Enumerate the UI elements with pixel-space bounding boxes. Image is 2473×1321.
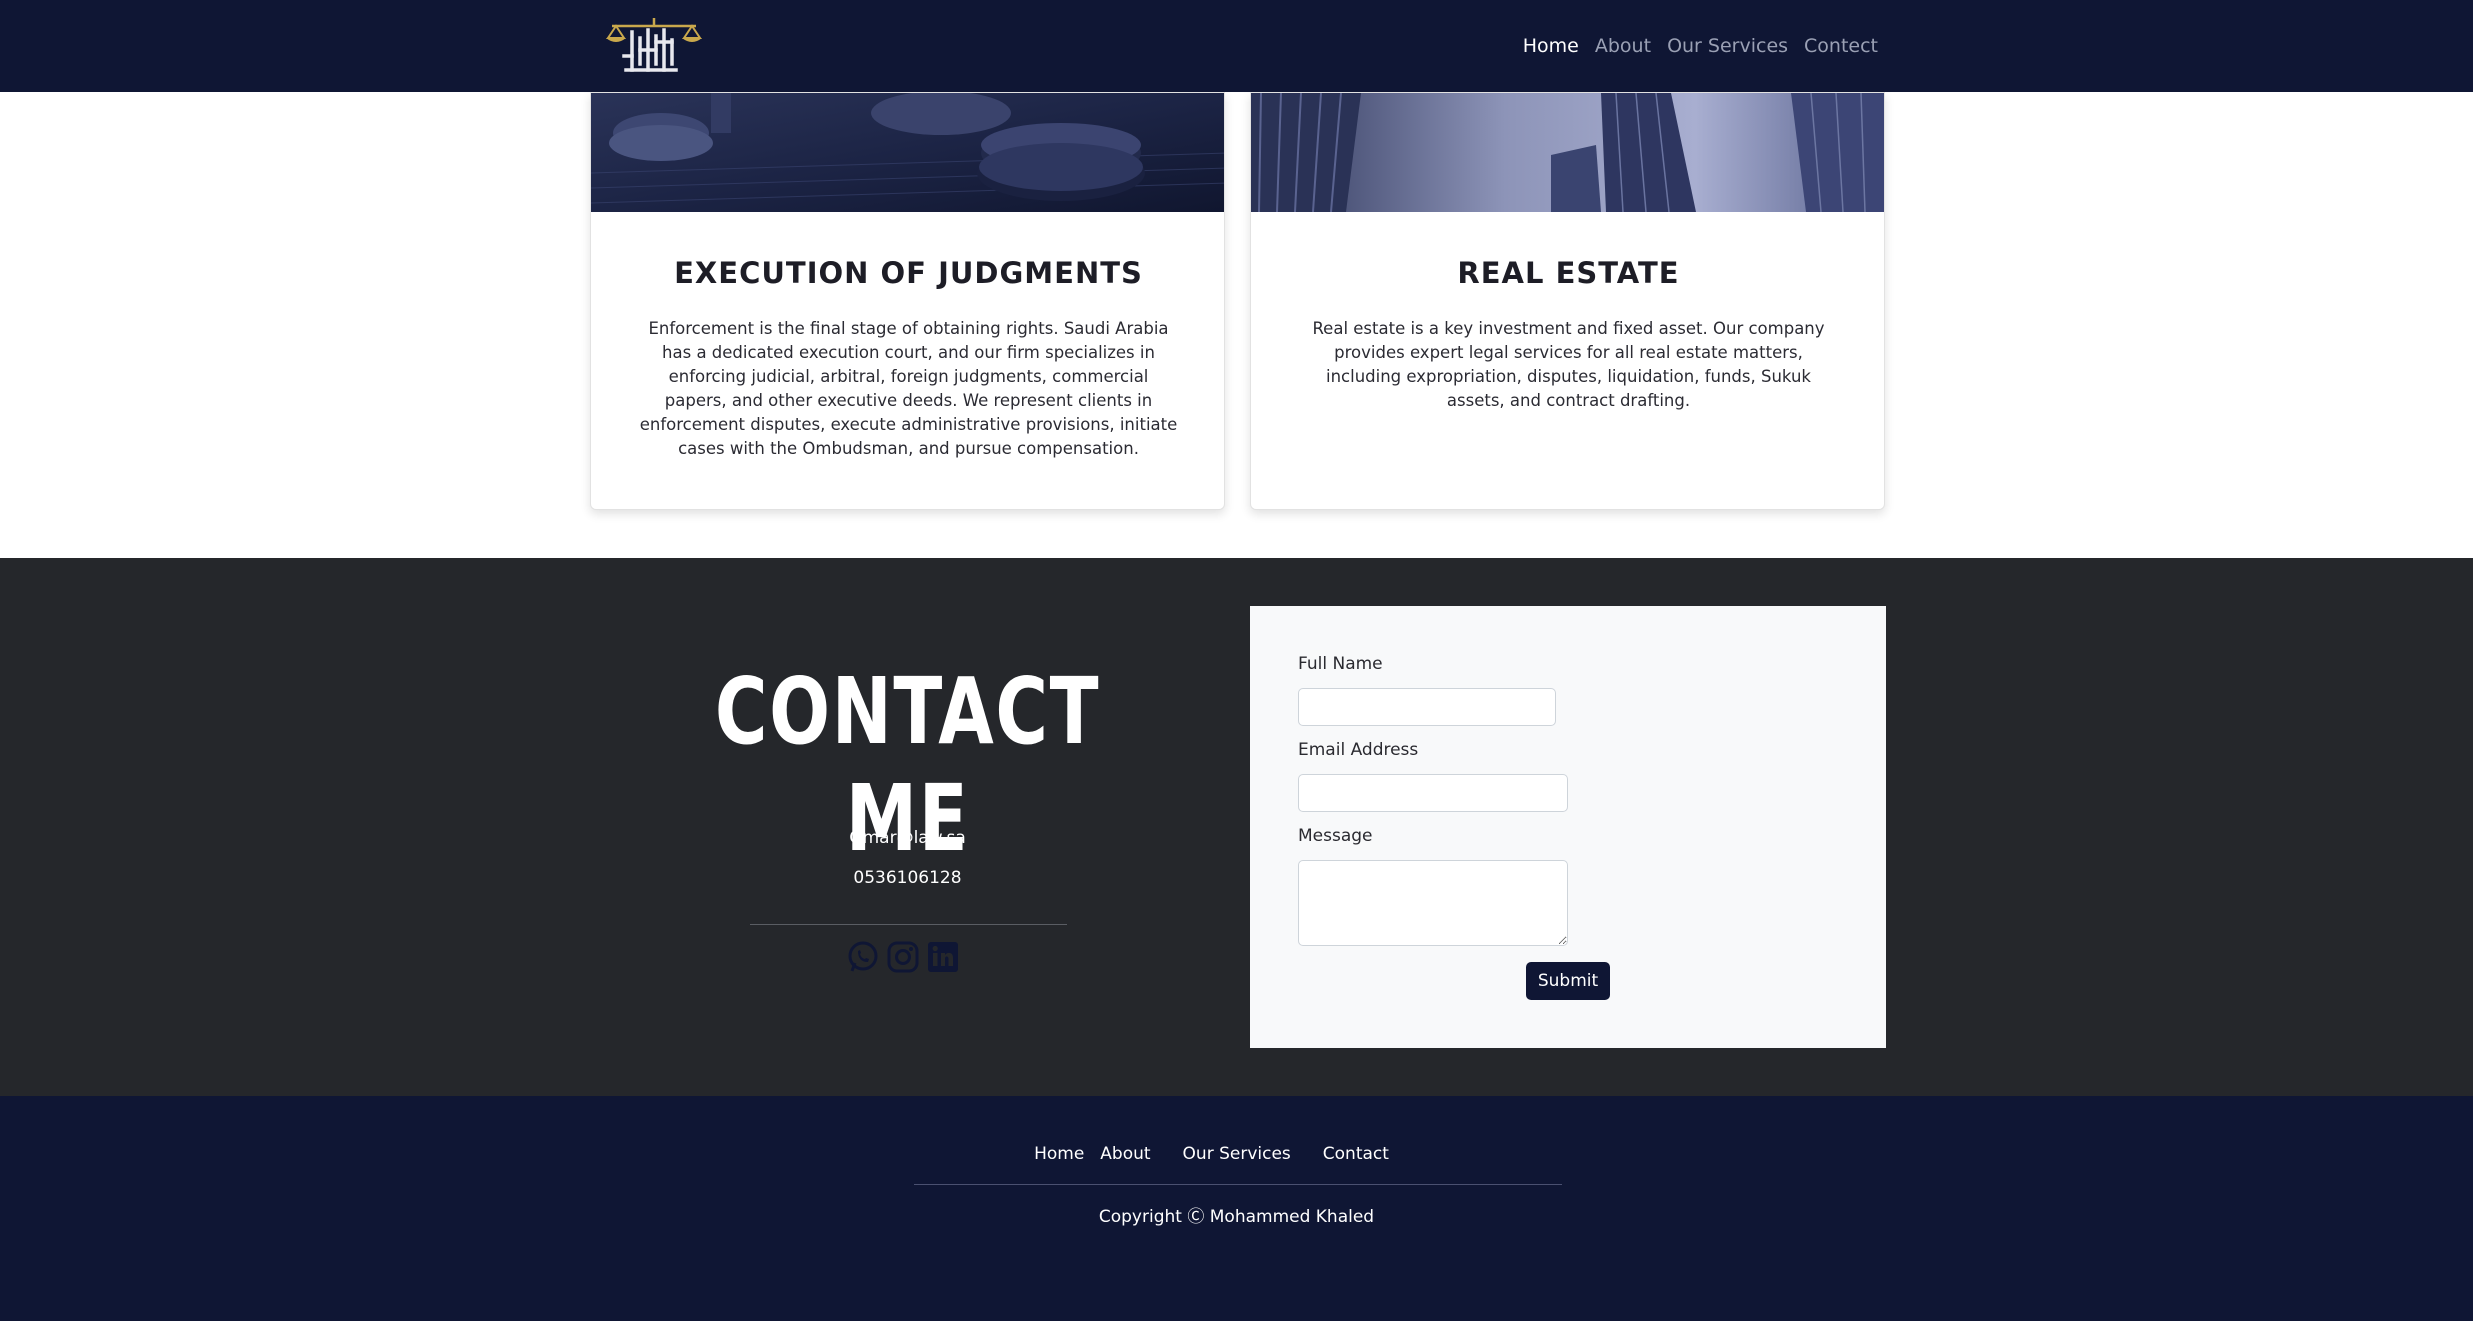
nav-home-link[interactable]: Home <box>1523 35 1579 57</box>
contact-email[interactable]: Omar@law.sa <box>590 828 1225 848</box>
contact-section: CONTACT ME Omar@law.sa 0536106128 Full N… <box>0 558 2473 1096</box>
nav-menu: Home About Our Services Contect <box>1523 0 1878 92</box>
full-name-input[interactable] <box>1298 688 1556 726</box>
email-label: Email Address <box>1298 740 1419 760</box>
service-title: REAL ESTATE <box>1457 256 1680 290</box>
instagram-icon[interactable] <box>886 940 920 974</box>
footer-home-link[interactable]: Home <box>1034 1144 1084 1164</box>
footer-divider <box>914 1184 1562 1185</box>
service-card-real-estate: REAL ESTATE Real estate is a key investm… <box>1250 92 1885 510</box>
contact-form: Full Name Email Address Message Submit <box>1250 606 1886 1048</box>
nav-services-link[interactable]: Our Services <box>1667 35 1788 57</box>
submit-button[interactable]: Submit <box>1526 962 1610 1000</box>
nav-contact-link[interactable]: Contect <box>1804 35 1878 57</box>
message-label: Message <box>1298 826 1373 846</box>
full-name-label: Full Name <box>1298 654 1383 674</box>
footer-nav: Home About Our Services Contact <box>0 1144 2473 1164</box>
social-links <box>846 940 960 974</box>
contact-phone[interactable]: 0536106128 <box>590 868 1225 888</box>
footer-about-link[interactable]: About <box>1100 1144 1150 1164</box>
navbar: Home About Our Services Contect <box>0 0 2473 92</box>
footer-contact-link[interactable]: Contact <box>1323 1144 1389 1164</box>
message-textarea[interactable] <box>1298 860 1568 946</box>
footer: Home About Our Services Contact Copyrigh… <box>0 1096 2473 1321</box>
email-input[interactable] <box>1298 774 1568 812</box>
buildings-image <box>1251 93 1884 212</box>
service-title: EXECUTION OF JUDGMENTS <box>674 256 1143 290</box>
service-description: Enforcement is the final stage of obtain… <box>639 319 1178 458</box>
gavel-image <box>591 93 1224 212</box>
law-firm-logo[interactable] <box>604 12 704 78</box>
service-description: Real estate is a key investment and fixe… <box>1312 319 1825 410</box>
contact-divider <box>750 924 1067 925</box>
nav-about-link[interactable]: About <box>1595 35 1651 57</box>
service-card-execution: EXECUTION OF JUDGMENTS Enforcement is th… <box>590 92 1225 510</box>
linkedin-icon[interactable] <box>926 940 960 974</box>
footer-services-link[interactable]: Our Services <box>1183 1144 1291 1164</box>
whatsapp-icon[interactable] <box>846 940 880 974</box>
copyright-text: Copyright Ⓒ Mohammed Khaled <box>1098 1207 1375 1227</box>
